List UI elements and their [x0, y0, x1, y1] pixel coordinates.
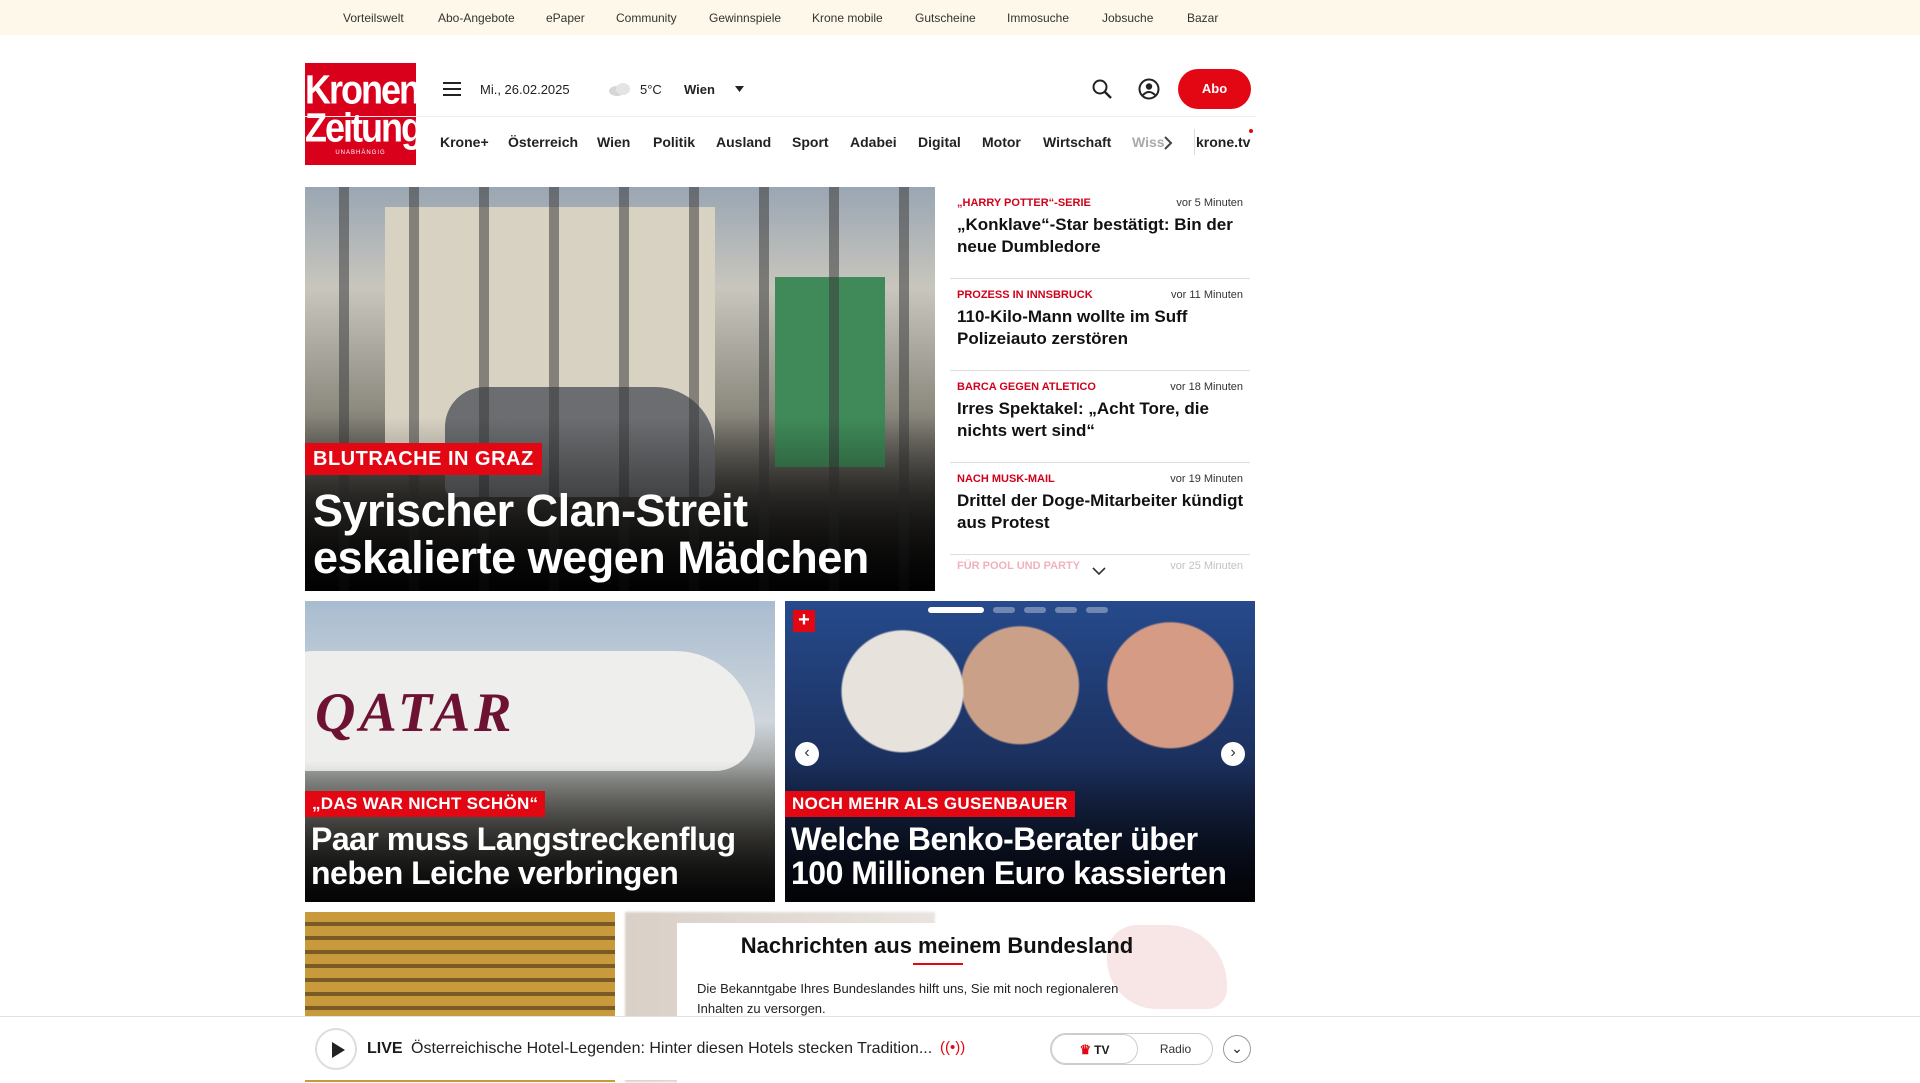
- player-expand-button[interactable]: ⌄: [1223, 1035, 1251, 1063]
- bundesland-title: Nachrichten aus meinem Bundesland: [740, 933, 1134, 958]
- news-time: vor 5 Minuten: [1176, 197, 1243, 209]
- carousel-dot[interactable]: [1055, 607, 1077, 613]
- title-underline: [913, 963, 963, 965]
- carousel-dot-active[interactable]: [928, 607, 984, 613]
- news-item[interactable]: BARCA GEGEN ATLETICO vor 18 Minuten Irre…: [950, 371, 1250, 463]
- user-icon[interactable]: [1138, 78, 1160, 100]
- live-indicator-dot: [1249, 129, 1253, 133]
- card-headline-line-2: neben Leiche verbringen: [311, 854, 679, 891]
- topbar-link-community[interactable]: Community: [616, 11, 677, 25]
- hero-headline: Syrischer Clan-Streit eskalierte wegen M…: [313, 487, 869, 582]
- news-time: vor 11 Minuten: [1171, 289, 1243, 301]
- topbar-link-vorteilswelt[interactable]: Vorteilswelt: [343, 11, 404, 25]
- tv-toggle-button[interactable]: ♛ TV: [1051, 1034, 1138, 1064]
- carousel-dot[interactable]: [993, 607, 1015, 613]
- nav-item-adabei[interactable]: Adabei: [850, 134, 897, 150]
- news-category: FÜR POOL UND PARTY: [957, 560, 1081, 572]
- hero-headline-line-2: eskalierte wegen Mädchen: [313, 532, 869, 584]
- news-time: vor 19 Minuten: [1170, 473, 1243, 485]
- nav-item-krone-plus[interactable]: Krone+: [440, 134, 489, 150]
- carousel-prev-button[interactable]: ‹: [795, 742, 819, 766]
- news-item[interactable]: NACH MUSK-MAIL vor 19 Minuten Drittel de…: [950, 463, 1250, 555]
- news-time: vor 25 Minuten: [1170, 560, 1243, 572]
- hero-article[interactable]: BLUTRACHE IN GRAZ Syrischer Clan-Streit …: [305, 187, 935, 591]
- hero-kicker: BLUTRACHE IN GRAZ: [305, 443, 542, 475]
- chevron-down-icon[interactable]: [1091, 566, 1107, 576]
- card-headline-line-2: 100 Millionen Euro kassierten: [791, 854, 1227, 891]
- carousel-dot[interactable]: [1024, 607, 1046, 613]
- nav-item-wirtschaft[interactable]: Wirtschaft: [1043, 134, 1111, 150]
- header-date: Mi., 26.02.2025: [480, 82, 570, 97]
- topbar-link-gewinnspiele[interactable]: Gewinnspiele: [709, 11, 781, 25]
- top-utility-bar: Vorteilswelt Abo-Angebote ePaper Communi…: [0, 0, 1920, 35]
- card-headline-line-1: Paar muss Langstreckenflug: [311, 821, 736, 857]
- nav-item-politik[interactable]: Politik: [653, 134, 695, 150]
- location-select[interactable]: Wien: [684, 82, 715, 97]
- nav-item-krone-tv[interactable]: krone.tv: [1196, 134, 1250, 150]
- nav-item-overflow[interactable]: Wiss: [1132, 134, 1165, 150]
- topbar-link-immosuche[interactable]: Immosuche: [1007, 11, 1069, 25]
- tv-label: TV: [1094, 1043, 1110, 1057]
- card-headline-line-1: Welche Benko-Berater über: [791, 821, 1198, 857]
- news-category: PROZESS IN INNSBRUCK: [957, 289, 1093, 301]
- news-item[interactable]: „HARRY POTTER“-SERIE vor 5 Minuten „Konk…: [950, 187, 1250, 279]
- nav-item-digital[interactable]: Digital: [918, 134, 961, 150]
- topbar-link-abo-angebote[interactable]: Abo-Angebote: [438, 11, 515, 25]
- bundesland-text: Die Bekanntgabe Ihres Bundeslandes hilft…: [697, 981, 1119, 1016]
- news-category: „HARRY POTTER“-SERIE: [957, 197, 1091, 209]
- nav-divider: [1194, 129, 1195, 155]
- news-title: Irres Spektakel: „Acht Tore, die nichts …: [957, 399, 1209, 440]
- card-kicker: „DAS WAR NICHT SCHÖN“: [305, 791, 546, 817]
- hamburger-icon[interactable]: [443, 82, 461, 96]
- news-category: NACH MUSK-MAIL: [957, 473, 1055, 485]
- topbar-link-krone-mobile[interactable]: Krone mobile: [812, 11, 883, 25]
- main-navigation: Krone+ Österreich Wien Politik Ausland S…: [305, 116, 1256, 166]
- topbar-link-jobsuche[interactable]: Jobsuche: [1102, 11, 1153, 25]
- plane-livery-text: QATAR: [315, 682, 516, 744]
- card-headline: Paar muss Langstreckenflug neben Leiche …: [311, 821, 736, 891]
- live-headline[interactable]: Österreichische Hotel-Legenden: Hinter d…: [411, 1040, 932, 1058]
- nav-scroll-right-icon[interactable]: [1163, 135, 1173, 151]
- search-icon[interactable]: [1091, 78, 1113, 100]
- card-headline: Welche Benko-Berater über 100 Millionen …: [791, 821, 1227, 891]
- nav-item-motor[interactable]: Motor: [982, 134, 1021, 150]
- topbar-link-epaper[interactable]: ePaper: [546, 11, 585, 25]
- news-time: vor 18 Minuten: [1170, 381, 1243, 393]
- nav-item-wien[interactable]: Wien: [597, 134, 630, 150]
- nav-item-sport[interactable]: Sport: [792, 134, 829, 150]
- carousel-next-button[interactable]: ›: [1221, 742, 1245, 766]
- nav-item-oesterreich[interactable]: Österreich: [508, 134, 578, 150]
- card-kicker: NOCH MEHR ALS GUSENBAUER: [785, 791, 1075, 817]
- chevron-down-icon[interactable]: [735, 86, 744, 92]
- article-card-flight[interactable]: QATAR „DAS WAR NICHT SCHÖN“ Paar muss La…: [305, 601, 775, 902]
- news-title: Drittel der Doge-Mitarbeiter kündigt aus…: [957, 491, 1244, 532]
- play-button[interactable]: [315, 1028, 357, 1070]
- krone-plus-badge: +: [793, 610, 815, 632]
- abo-button[interactable]: Abo: [1178, 69, 1251, 109]
- hero-headline-line-1: Syrischer Clan-Streit: [313, 485, 748, 536]
- news-category: BARCA GEGEN ATLETICO: [957, 381, 1096, 393]
- carousel-dot[interactable]: [1086, 607, 1108, 613]
- media-toggle: ♛ TV Radio: [1050, 1033, 1213, 1065]
- topbar-link-bazar[interactable]: Bazar: [1187, 11, 1218, 25]
- news-title: 110-Kilo-Mann wollte im Suff Polizeiauto…: [957, 307, 1188, 348]
- live-label: LIVE: [367, 1040, 403, 1057]
- live-player-bar: LIVE Österreichische Hotel-Legenden: Hin…: [0, 1016, 1920, 1080]
- nav-item-ausland[interactable]: Ausland: [716, 134, 771, 150]
- cloud-icon: [609, 83, 630, 96]
- news-item[interactable]: PROZESS IN INNSBRUCK vor 11 Minuten 110-…: [950, 279, 1250, 371]
- topbar-link-gutscheine[interactable]: Gutscheine: [915, 11, 976, 25]
- radio-toggle-button[interactable]: Radio: [1138, 1034, 1213, 1064]
- news-title: „Konklave“-Star bestätigt: Bin der neue …: [957, 215, 1233, 256]
- header-temperature: 5°C: [640, 82, 662, 97]
- broadcast-icon: ((•)): [940, 1039, 966, 1056]
- article-card-benko[interactable]: + ‹ › NOCH MEHR ALS GUSENBAUER Welche Be…: [785, 601, 1255, 902]
- crown-icon: ♛: [1079, 1042, 1092, 1057]
